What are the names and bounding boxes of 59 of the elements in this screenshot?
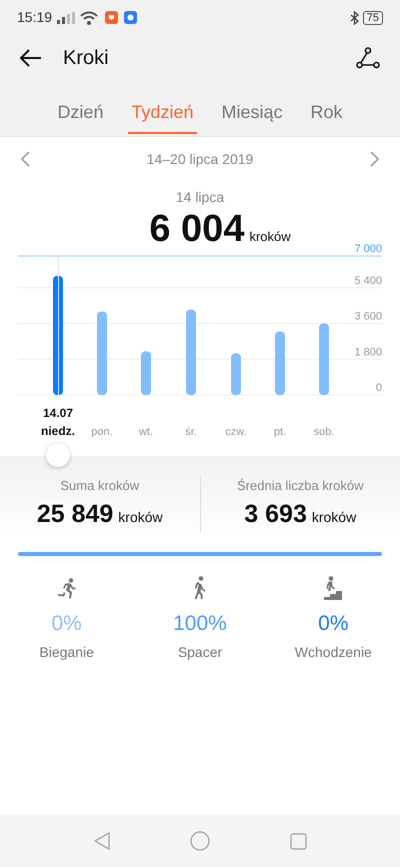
axis-tick-label: 5 400 [354, 274, 382, 287]
day-label[interactable]: wt. [138, 426, 154, 438]
period-tab[interactable]: Rok [308, 99, 346, 134]
activity-label: Bieganie [39, 642, 94, 662]
period-tab[interactable]: Miesiąc [218, 99, 286, 134]
period-tab[interactable]: Tydzień [128, 99, 197, 134]
slider-thumb[interactable] [46, 443, 70, 467]
day-label[interactable]: niedz. [41, 424, 75, 438]
activity-percent: 0% [318, 611, 348, 637]
summary-value: 3 693 [244, 498, 307, 530]
previous-chevron-icon[interactable] [20, 151, 30, 167]
day-label[interactable]: czw. [225, 426, 247, 438]
recents-square-icon[interactable] [290, 832, 306, 850]
day-label[interactable]: sob. [314, 426, 334, 438]
axis-tick-label: 3 600 [354, 310, 382, 323]
page-title: Kroki [63, 46, 109, 70]
step-unit: kroków [249, 228, 291, 246]
signal-icon [57, 12, 76, 24]
next-chevron-icon[interactable] [370, 151, 380, 167]
app-notification-icon [105, 11, 118, 24]
battery-indicator: 75 [362, 10, 383, 24]
day-label[interactable]: pt. [274, 426, 286, 438]
step-count: 6 004 [149, 207, 244, 252]
step-bar[interactable] [53, 276, 63, 395]
home-circle-icon[interactable] [190, 831, 210, 851]
step-bar[interactable] [141, 351, 151, 395]
activity-label: Wchodzenie [294, 642, 372, 662]
step-bar[interactable] [97, 312, 107, 395]
back-triangle-icon[interactable] [94, 832, 110, 850]
summary-value: 25 849 [36, 498, 114, 530]
walking-person-icon [192, 576, 208, 600]
date-range: 14–20 lipca 2019 [146, 150, 254, 169]
running-person-icon [56, 578, 78, 600]
share-nodes-icon[interactable] [356, 46, 380, 68]
summary-label: Suma kroków [60, 477, 140, 495]
bluetooth-icon [350, 10, 359, 24]
summary-unit: kroków [118, 508, 163, 526]
period-tab[interactable]: Dzień [54, 99, 106, 134]
summary-label: Średnia liczba kroków [237, 477, 364, 495]
axis-tick-label: 0 [376, 382, 382, 394]
step-bar[interactable] [186, 310, 196, 395]
selected-day-date: 14.07 [42, 406, 74, 420]
axis-tick-label: 1 800 [354, 346, 382, 358]
activity-percent: 0% [51, 611, 82, 637]
status-time: 15:19 [17, 8, 52, 27]
day-label[interactable]: śr. [185, 426, 197, 438]
app-notification-icon [124, 11, 138, 24]
step-bar[interactable] [275, 331, 285, 395]
stair-climbing-icon [323, 576, 344, 600]
activity-percent: 100% [173, 611, 227, 637]
summary-unit: kroków [312, 508, 356, 526]
day-label[interactable]: pon. [91, 426, 113, 438]
step-bar[interactable] [319, 324, 329, 395]
back-arrow-icon[interactable] [20, 48, 42, 66]
activity-label: Spacer [178, 642, 222, 662]
wifi-icon [80, 10, 98, 24]
axis-tick-label: 7 000 [354, 243, 382, 255]
step-bar[interactable] [231, 353, 241, 395]
selected-date: 14 lipca [176, 188, 224, 207]
